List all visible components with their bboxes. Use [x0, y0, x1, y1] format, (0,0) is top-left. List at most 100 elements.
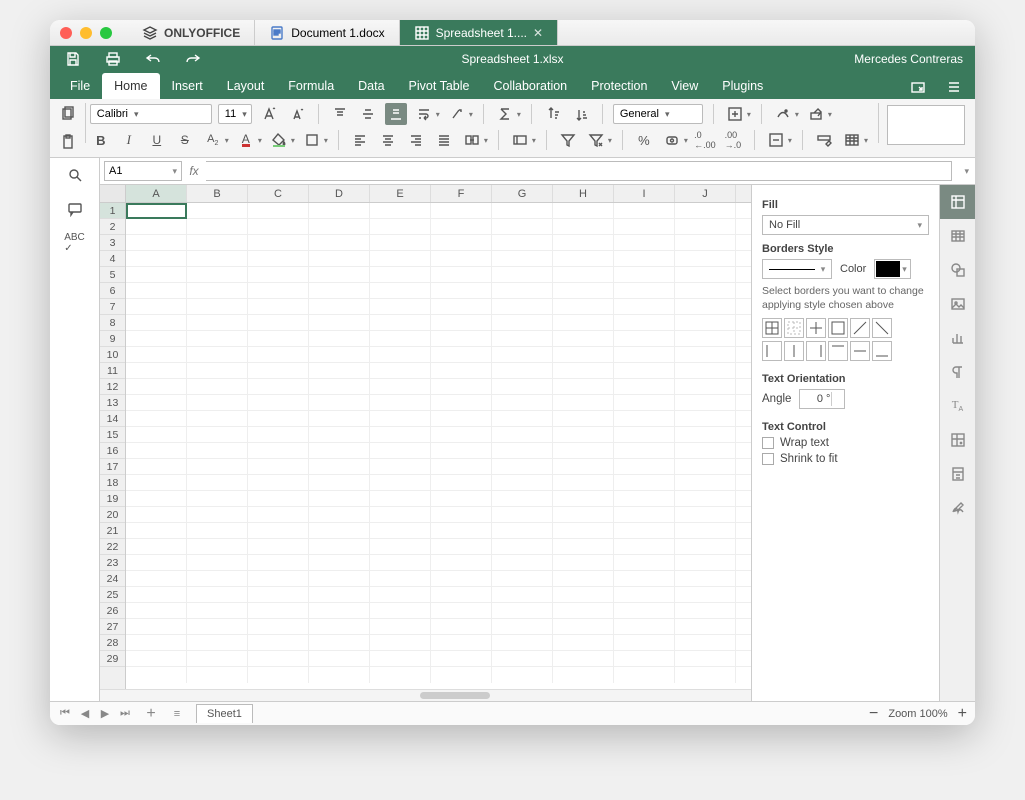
font-name-select[interactable]: Calibri▾: [90, 104, 212, 124]
tab-protection[interactable]: Protection: [579, 73, 659, 99]
paste-button[interactable]: [57, 131, 79, 153]
tab-plugins[interactable]: Plugins: [710, 73, 775, 99]
row-header[interactable]: 29: [100, 651, 125, 667]
column-header[interactable]: A: [126, 185, 187, 202]
named-range-button[interactable]: [509, 129, 531, 151]
delete-cells-button[interactable]: [765, 129, 787, 151]
add-sheet-button[interactable]: +: [144, 705, 158, 723]
column-header[interactable]: G: [492, 185, 553, 202]
column-header[interactable]: J: [675, 185, 736, 202]
tab-collaboration[interactable]: Collaboration: [481, 73, 579, 99]
tab-pivot-table[interactable]: Pivot Table: [397, 73, 482, 99]
document-tab-0[interactable]: Document 1.docx: [255, 20, 399, 45]
row-header[interactable]: 5: [100, 267, 125, 283]
border-left-button[interactable]: [762, 341, 782, 361]
borders-button[interactable]: [301, 129, 323, 151]
slicer-settings-tab[interactable]: [940, 457, 976, 491]
column-header[interactable]: F: [431, 185, 492, 202]
minimize-window-button[interactable]: [80, 27, 92, 39]
percent-button[interactable]: %: [633, 129, 655, 151]
row-header[interactable]: 7: [100, 299, 125, 315]
format-table-button[interactable]: [841, 129, 863, 151]
cell-style-button[interactable]: [813, 129, 835, 151]
row-header[interactable]: 20: [100, 507, 125, 523]
filter-button[interactable]: [557, 129, 579, 151]
row-header[interactable]: 16: [100, 443, 125, 459]
shape-settings-tab[interactable]: [940, 253, 976, 287]
sheet-next-button[interactable]: ▶: [98, 707, 112, 720]
decrease-font-size-button[interactable]: [286, 103, 308, 125]
align-left-button[interactable]: [349, 129, 371, 151]
sheet-last-button[interactable]: ⏭: [118, 707, 132, 720]
close-tab-icon[interactable]: ✕: [533, 26, 543, 40]
row-header[interactable]: 27: [100, 619, 125, 635]
align-center-button[interactable]: [377, 129, 399, 151]
row-header[interactable]: 3: [100, 235, 125, 251]
row-header[interactable]: 8: [100, 315, 125, 331]
spreadsheet-grid[interactable]: ABCDEFGHIJ 12345678910111213141516171819…: [100, 185, 751, 701]
strikethrough-button[interactable]: S: [174, 129, 196, 151]
row-header[interactable]: 1: [100, 203, 125, 219]
row-header[interactable]: 14: [100, 411, 125, 427]
orientation-button[interactable]: [446, 103, 468, 125]
sheet-first-button[interactable]: ⏮: [58, 707, 72, 720]
horizontal-scrollbar[interactable]: [100, 689, 751, 701]
cell-settings-tab[interactable]: [940, 185, 976, 219]
row-header[interactable]: 4: [100, 251, 125, 267]
sort-desc-button[interactable]: [570, 103, 592, 125]
fx-icon[interactable]: fx: [182, 164, 206, 178]
row-header[interactable]: 28: [100, 635, 125, 651]
save-button[interactable]: [62, 48, 84, 70]
row-header[interactable]: 15: [100, 427, 125, 443]
conditional-format-button[interactable]: [772, 103, 794, 125]
border-color-select[interactable]: ▾: [874, 259, 911, 279]
insert-cells-button[interactable]: [724, 103, 746, 125]
tab-home[interactable]: Home: [102, 73, 159, 99]
row-header[interactable]: 22: [100, 539, 125, 555]
comments-button[interactable]: [64, 198, 86, 220]
number-format-select[interactable]: General▾: [613, 104, 703, 124]
row-header[interactable]: 9: [100, 331, 125, 347]
tab-insert[interactable]: Insert: [160, 73, 215, 99]
column-header[interactable]: I: [614, 185, 675, 202]
search-button[interactable]: [64, 164, 86, 186]
border-line-style-select[interactable]: ▾: [762, 259, 832, 279]
border-right-button[interactable]: [806, 341, 826, 361]
expand-formula-bar-icon[interactable]: ▾: [958, 166, 975, 177]
border-top-button[interactable]: [828, 341, 848, 361]
font-color-button[interactable]: A: [235, 129, 257, 151]
clear-button[interactable]: [805, 103, 827, 125]
row-header[interactable]: 10: [100, 347, 125, 363]
undo-button[interactable]: [142, 48, 164, 70]
shrink-to-fit-checkbox[interactable]: Shrink to fit: [762, 453, 929, 465]
signature-settings-tab[interactable]: [940, 491, 976, 525]
column-header[interactable]: C: [248, 185, 309, 202]
copy-button[interactable]: [57, 103, 79, 125]
border-bottom-button[interactable]: [872, 341, 892, 361]
close-window-button[interactable]: [60, 27, 72, 39]
row-header[interactable]: 18: [100, 475, 125, 491]
textart-settings-tab[interactable]: TA: [940, 389, 976, 423]
row-header[interactable]: 11: [100, 363, 125, 379]
open-file-location-button[interactable]: [907, 76, 929, 98]
align-bottom-button[interactable]: [385, 103, 407, 125]
wrap-text-checkbox[interactable]: Wrap text: [762, 437, 929, 449]
row-header[interactable]: 26: [100, 603, 125, 619]
paragraph-settings-tab[interactable]: [940, 355, 976, 389]
row-header[interactable]: 19: [100, 491, 125, 507]
spellcheck-button[interactable]: ABC✓: [64, 232, 86, 254]
sheet-tab-0[interactable]: Sheet1: [196, 704, 253, 723]
row-header[interactable]: 13: [100, 395, 125, 411]
border-outer-button[interactable]: [828, 318, 848, 338]
increase-decimal-button[interactable]: .00→.0: [722, 129, 744, 151]
column-header[interactable]: E: [370, 185, 431, 202]
brand-tab[interactable]: ONLYOFFICE: [128, 20, 255, 45]
active-cell[interactable]: [126, 203, 187, 219]
row-header[interactable]: 24: [100, 571, 125, 587]
row-header[interactable]: 21: [100, 523, 125, 539]
bold-button[interactable]: B: [90, 129, 112, 151]
align-justify-button[interactable]: [433, 129, 455, 151]
align-right-button[interactable]: [405, 129, 427, 151]
zoom-label[interactable]: Zoom 100%: [888, 708, 947, 720]
border-diag-up-button[interactable]: [850, 318, 870, 338]
